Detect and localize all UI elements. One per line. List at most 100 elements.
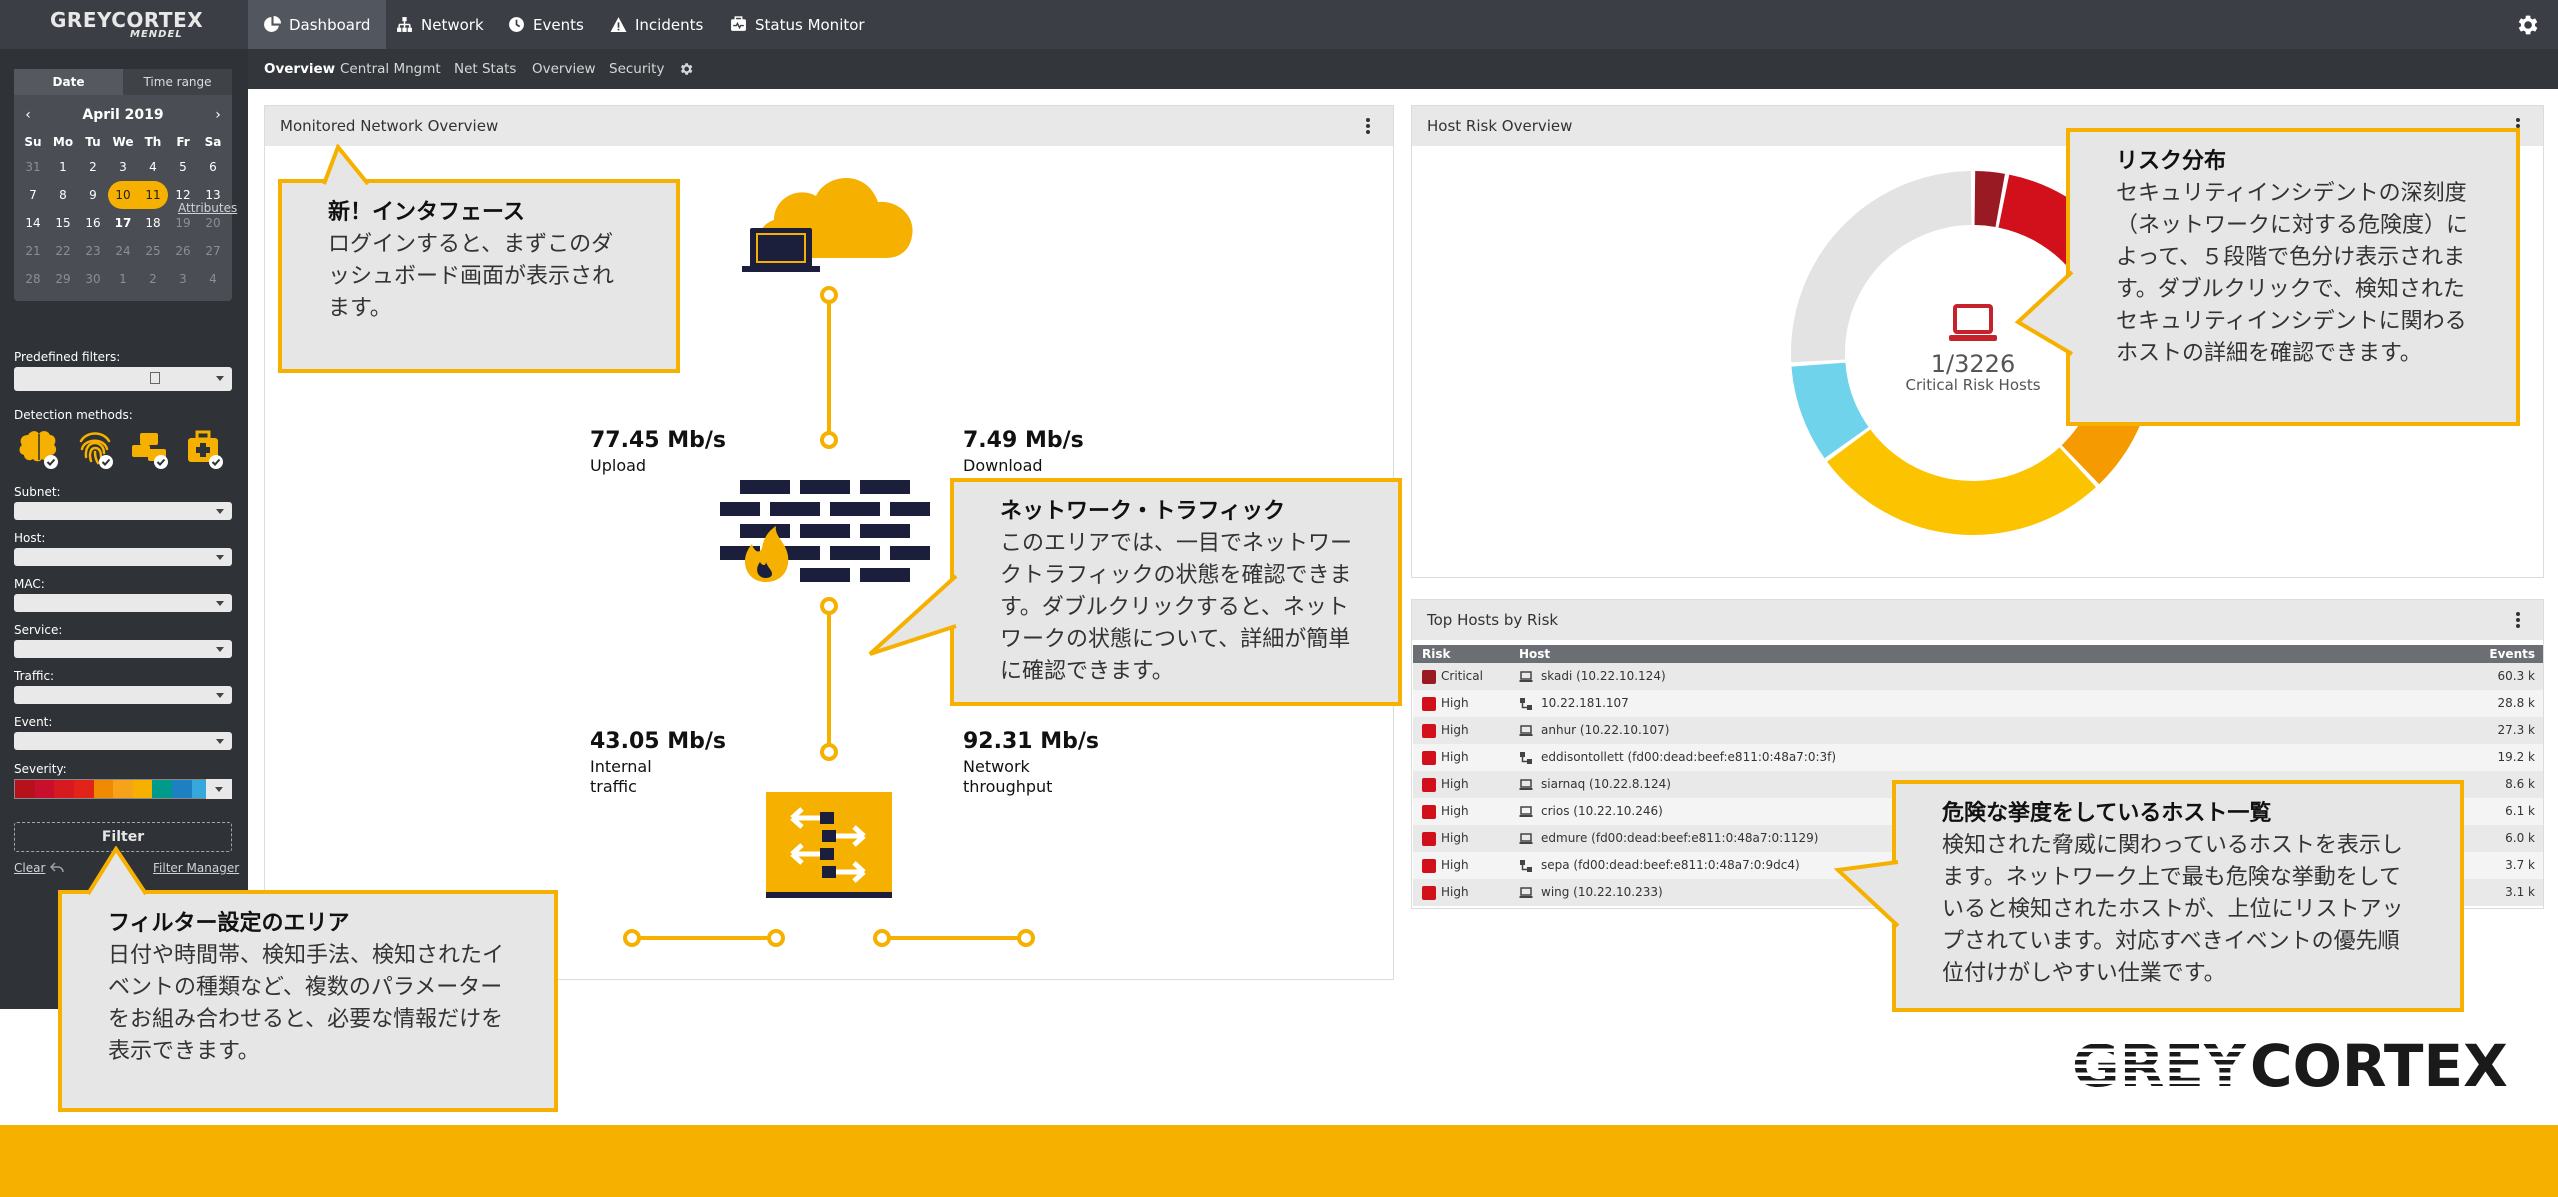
brain-icon[interactable]: [18, 427, 60, 471]
calendar-day[interactable]: 23: [78, 237, 108, 265]
calendar-day[interactable]: 3: [108, 153, 138, 181]
monitor-icon: [731, 16, 746, 31]
nav-tab-incidents[interactable]: Incidents: [594, 0, 719, 49]
severity-dropdown-toggle[interactable]: [206, 779, 232, 799]
host-name[interactable]: eddisontollett (fd00:dead:beef:e811:0:48…: [1541, 750, 1836, 764]
host-name[interactable]: siarnaq (10.22.8.124): [1541, 777, 1671, 791]
calendar-day[interactable]: 26: [168, 237, 198, 265]
calendar-day[interactable]: 4: [138, 153, 168, 181]
tab-time-range[interactable]: Time range: [123, 69, 232, 95]
medkit-icon[interactable]: [183, 427, 225, 471]
clear-link[interactable]: Clear: [14, 861, 45, 875]
calendar-day[interactable]: 17: [108, 209, 138, 237]
calendar-day[interactable]: 5: [168, 153, 198, 181]
host-select[interactable]: [14, 548, 232, 566]
attributes-link[interactable]: Attributes: [178, 201, 237, 215]
fingerprint-icon[interactable]: [73, 427, 115, 471]
subtab-overview[interactable]: Overview: [264, 61, 335, 77]
table-row[interactable]: High 10.22.181.107 28.8 k: [1413, 690, 2543, 717]
calendar-day[interactable]: 24: [108, 237, 138, 265]
severity-selector[interactable]: [14, 779, 232, 799]
calendar-day[interactable]: 30: [78, 265, 108, 293]
calendar-day[interactable]: 1: [108, 265, 138, 293]
gear-icon[interactable]: [2514, 12, 2540, 38]
firewall-icon[interactable]: [720, 478, 940, 584]
calendar-day[interactable]: 16: [78, 209, 108, 237]
severity-level[interactable]: [152, 780, 173, 798]
calendar-day[interactable]: 10: [108, 181, 138, 209]
calendar-day[interactable]: 1: [48, 153, 78, 181]
cloud-laptop-icon[interactable]: [740, 160, 920, 278]
product-logo[interactable]: GREYCORTEX MENDEL: [0, 0, 248, 49]
severity-level[interactable]: [34, 780, 55, 798]
nav-tab-events[interactable]: Events: [492, 0, 600, 49]
filter-button[interactable]: Filter: [14, 822, 232, 852]
nav-tab-dashboard[interactable]: Dashboard: [248, 0, 387, 49]
calendar-day[interactable]: 2: [138, 265, 168, 293]
calendar-day[interactable]: 14: [18, 209, 48, 237]
calendar-day[interactable]: 3: [168, 265, 198, 293]
predefined-filters-select[interactable]: [14, 367, 232, 391]
severity-level[interactable]: [15, 780, 35, 798]
calendar-day[interactable]: 6: [198, 153, 228, 181]
calendar-day[interactable]: 21: [18, 237, 48, 265]
nav-tab-status-monitor[interactable]: Status Monitor: [714, 0, 881, 49]
host-name[interactable]: crios (10.22.10.246): [1541, 804, 1663, 818]
severity-level[interactable]: [113, 780, 133, 798]
donut-slice-none[interactable]: [1791, 171, 1972, 363]
calendar-day[interactable]: 7: [18, 181, 48, 209]
severity-level[interactable]: [172, 780, 192, 798]
table-row[interactable]: Critical skadi (10.22.10.124) 60.3 k: [1413, 663, 2543, 690]
calendar-day[interactable]: 22: [48, 237, 78, 265]
callout-network-traffic: ネットワーク・トラフィック このエリアでは、一目でネットワークトラフィックの状態…: [950, 478, 1402, 706]
gear-icon[interactable]: [678, 61, 694, 77]
table-row[interactable]: High eddisontollett (fd00:dead:beef:e811:…: [1413, 744, 2543, 771]
calendar-day[interactable]: 25: [138, 237, 168, 265]
host-name[interactable]: wing (10.22.10.233): [1541, 885, 1663, 899]
more-options-icon[interactable]: [2515, 610, 2521, 630]
subnet-select[interactable]: [14, 502, 232, 520]
column-risk[interactable]: Risk: [1422, 647, 1450, 661]
traffic-select[interactable]: [14, 686, 232, 704]
event-select[interactable]: [14, 732, 232, 750]
hazard-icon[interactable]: [128, 427, 170, 471]
calendar-next-button[interactable]: ›: [208, 103, 228, 127]
host-name[interactable]: sepa (fd00:dead:beef:e811:0:48a7:0:9dc4): [1541, 858, 1800, 872]
column-host[interactable]: Host: [1519, 647, 1550, 661]
severity-level[interactable]: [54, 780, 74, 798]
host-name[interactable]: 10.22.181.107: [1541, 696, 1629, 710]
more-options-icon[interactable]: [1365, 116, 1371, 136]
donut-slice-low[interactable]: [1827, 429, 2096, 535]
severity-level[interactable]: [73, 780, 94, 798]
calendar-day[interactable]: 31: [18, 153, 48, 181]
column-events[interactable]: Events: [2489, 647, 2535, 661]
calendar-day[interactable]: 28: [18, 265, 48, 293]
calendar-day[interactable]: 2: [78, 153, 108, 181]
subtab-security[interactable]: Security: [609, 61, 664, 77]
risk-level: High: [1441, 696, 1469, 710]
switch-icon[interactable]: [764, 792, 894, 898]
calendar-day[interactable]: 4: [198, 265, 228, 293]
severity-level[interactable]: [93, 780, 114, 798]
calendar-day[interactable]: 9: [78, 181, 108, 209]
tab-date[interactable]: Date: [14, 69, 123, 95]
subtab-net-stats[interactable]: Net Stats: [454, 61, 516, 77]
calendar-day[interactable]: 27: [198, 237, 228, 265]
filter-manager-link[interactable]: Filter Manager: [153, 861, 239, 875]
nav-tab-network[interactable]: Network: [380, 0, 500, 49]
mac-select[interactable]: [14, 594, 232, 612]
undo-icon[interactable]: [50, 862, 64, 874]
calendar-day[interactable]: 18: [138, 209, 168, 237]
table-row[interactable]: High anhur (10.22.10.107) 27.3 k: [1413, 717, 2543, 744]
subtab-central-mngmt[interactable]: Central Mngmt: [340, 61, 441, 77]
subtab-overview-2[interactable]: Overview: [532, 61, 596, 77]
calendar-day[interactable]: 15: [48, 209, 78, 237]
severity-level[interactable]: [132, 780, 153, 798]
host-name[interactable]: anhur (10.22.10.107): [1541, 723, 1669, 737]
calendar-day[interactable]: 8: [48, 181, 78, 209]
host-name[interactable]: edmure (fd00:dead:beef:e811:0:48a7:0:112…: [1541, 831, 1818, 845]
calendar-day[interactable]: 29: [48, 265, 78, 293]
host-name[interactable]: skadi (10.22.10.124): [1541, 669, 1666, 683]
service-select[interactable]: [14, 640, 232, 658]
calendar-day[interactable]: 11: [138, 181, 168, 209]
